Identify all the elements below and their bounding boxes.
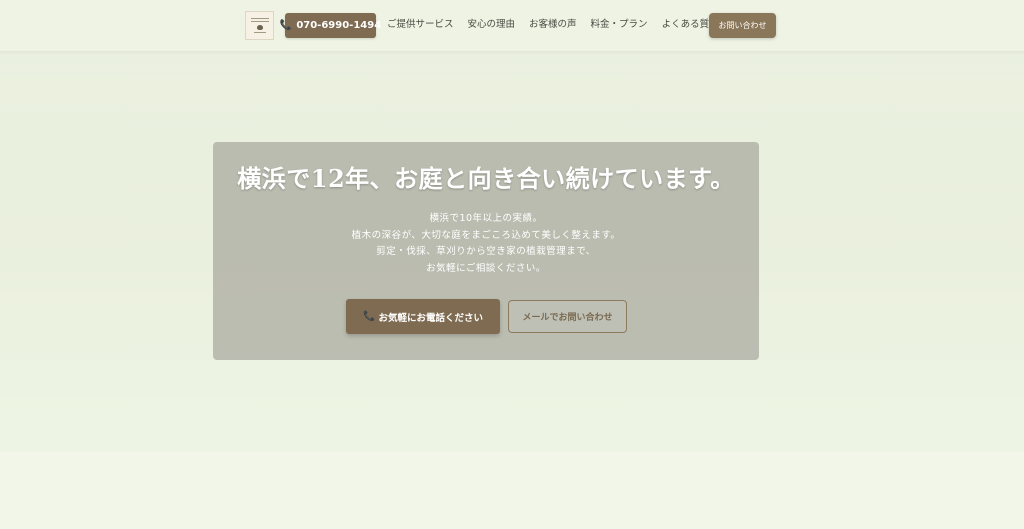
hero-line: 剪定・伐採、草刈りから空き家の植栽管理まで、 [376,246,596,257]
nav-item-testimonials[interactable]: お客様の声 [529,18,577,32]
logo-stroke [253,32,266,33]
phone-number-label: 070-6990-1494 [296,20,382,31]
hero-description: 横浜で10年以上の実績。 植木の深谷が、大切な庭をまごころ込めて美しく整えます。… [213,211,759,277]
hero-panel: 横浜で12年、お庭と向き合い続けています。 横浜で10年以上の実績。 植木の深谷… [213,142,759,360]
logo-stroke [250,18,269,19]
nav-item-services[interactable]: ご提供サービス [387,18,454,32]
call-button[interactable]: 📞 お気軽にお電話ください [346,299,500,334]
nav-item-pricing[interactable]: 料金・プラン [591,18,648,32]
hero-line: 横浜で10年以上の実績。 [429,213,543,224]
phone-icon: 📞 [363,310,376,322]
main-navigation: ご提供サービス 安心の理由 お客様の声 料金・プラン よくある質問 [387,18,719,32]
phone-number-button[interactable]: 📞 070-6990-1494 [280,13,381,38]
hero-line: 植木の深谷が、大切な庭をまごころ込めて美しく整えます。 [351,229,621,241]
site-header: 📞 070-6990-1494 ご提供サービス 安心の理由 お客様の声 料金・プ… [0,0,1024,52]
email-contact-button[interactable]: メールでお問い合わせ [508,300,627,333]
phone-icon: 📞 [279,19,293,31]
hero-line: お気軽にご相談ください。 [426,262,546,274]
section-divider-band [0,452,1024,529]
hero-title: 横浜で12年、お庭と向き合い続けています。 [237,164,735,193]
contact-button[interactable]: お問い合わせ [709,13,776,38]
call-button-label: お気軽にお電話ください [378,312,483,324]
logo-stroke [250,21,269,22]
leaf-icon [256,25,263,30]
nav-item-reasons[interactable]: 安心の理由 [468,18,516,32]
logo-icon[interactable] [245,11,274,40]
